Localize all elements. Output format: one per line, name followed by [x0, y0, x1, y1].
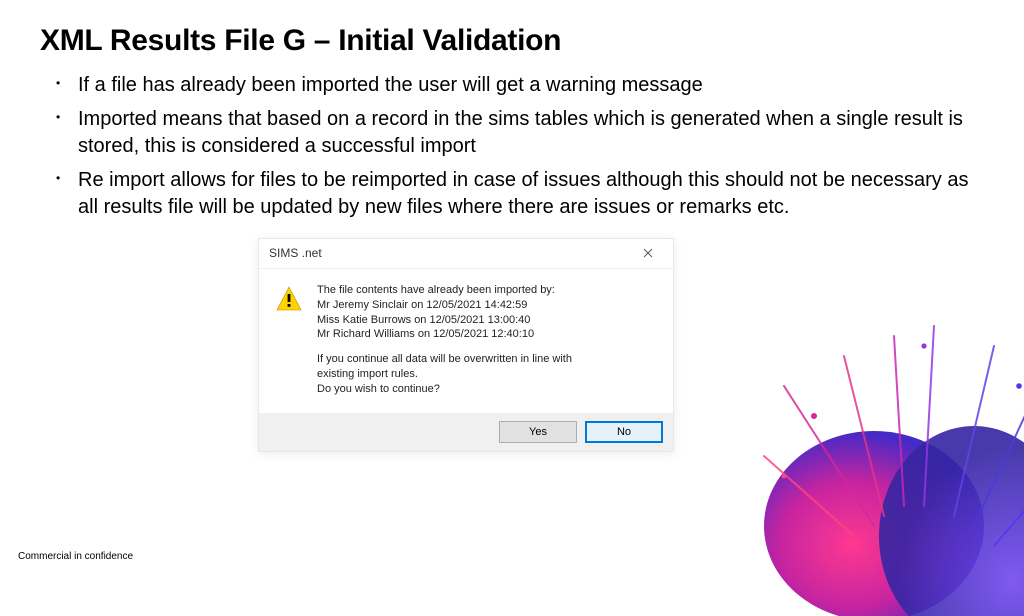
dialog-titlebar: SIMS .net: [259, 239, 673, 269]
dialog-line: Mr Jeremy Sinclair on 12/05/2021 14:42:5…: [317, 298, 572, 313]
dialog-line: Do you wish to continue?: [317, 382, 572, 397]
bullet-item: Re import allows for files to be reimpor…: [56, 167, 984, 220]
footer-note: Commercial in confidence: [18, 551, 133, 562]
dialog-line: If you continue all data will be overwri…: [317, 352, 572, 367]
page-title: XML Results File G – Initial Validation: [40, 24, 984, 58]
dialog-line: existing import rules.: [317, 367, 572, 382]
dialog-title: SIMS .net: [269, 246, 322, 260]
bullet-item: Imported means that based on a record in…: [56, 106, 984, 159]
dialog-line: The file contents have already been impo…: [317, 283, 572, 298]
dialog-line: Mr Richard Williams on 12/05/2021 12:40:…: [317, 327, 572, 342]
warning-dialog: SIMS .net The file con: [258, 238, 674, 452]
dialog-line: Miss Katie Burrows on 12/05/2021 13:00:4…: [317, 313, 572, 328]
close-icon: [643, 248, 653, 258]
no-button[interactable]: No: [585, 421, 663, 443]
bullet-item: If a file has already been imported the …: [56, 72, 984, 98]
yes-button[interactable]: Yes: [499, 421, 577, 443]
dialog-button-row: Yes No: [259, 413, 673, 451]
bullet-list: If a file has already been imported the …: [40, 72, 984, 220]
close-button[interactable]: [631, 242, 665, 264]
warning-icon: [275, 285, 303, 313]
dialog-message: The file contents have already been impo…: [317, 283, 572, 397]
